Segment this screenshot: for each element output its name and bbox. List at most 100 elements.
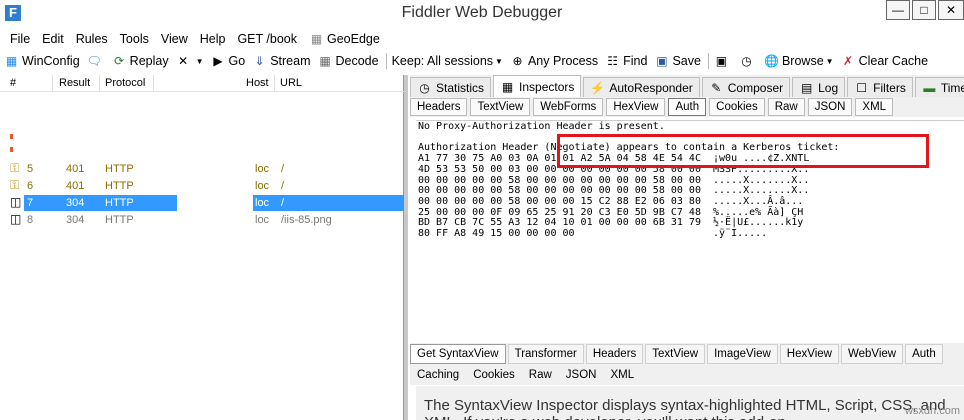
- tab-get-syntaxview[interactable]: Get SyntaxView: [410, 344, 506, 364]
- table-row[interactable]: ⚿ 5 401 HTTP loc /: [0, 161, 404, 177]
- session-url: /: [281, 197, 285, 209]
- pane-splitter[interactable]: [404, 75, 408, 420]
- save-button[interactable]: ▣ Save: [654, 54, 701, 68]
- sessions-list[interactable]: # Result Protocol Host URL ⚿ 5 401 HTTP …: [0, 75, 404, 420]
- tab-filters[interactable]: ☐ Filters: [847, 77, 913, 97]
- chevron-down-icon: ▼: [825, 56, 834, 66]
- stopwatch-icon: ◷: [419, 80, 430, 95]
- maximize-button[interactable]: □: [912, 0, 936, 20]
- tab-response-cookies[interactable]: Cookies: [466, 369, 522, 381]
- tab-transformer[interactable]: Transformer: [507, 344, 584, 364]
- any-process-button[interactable]: ⊕ Any Process: [510, 54, 598, 68]
- tab-auth[interactable]: Auth: [668, 98, 707, 116]
- tab-cookies[interactable]: Cookies: [709, 98, 765, 116]
- clear-cache-button[interactable]: ✗ Clear Cache: [841, 54, 928, 68]
- tab-response-textview[interactable]: TextView: [645, 344, 706, 364]
- menu-file[interactable]: File: [6, 32, 38, 46]
- keep-sessions-dropdown[interactable]: Keep: All sessions ▼: [392, 54, 503, 68]
- session-host: loc: [255, 197, 270, 209]
- tab-response-headers[interactable]: Headers: [585, 344, 644, 364]
- menu-edit[interactable]: Edit: [38, 32, 72, 46]
- tab-textview[interactable]: TextView: [470, 98, 531, 116]
- close-button[interactable]: ✕: [938, 0, 964, 20]
- column-divider[interactable]: [99, 75, 100, 92]
- replay-icon: ⟳: [114, 54, 125, 68]
- x-icon: ✕: [178, 54, 189, 68]
- tab-autoresponder-label: AutoResponder: [609, 80, 693, 95]
- table-row[interactable]: ◫ 8 304 HTTP loc /iis-85.png: [0, 212, 404, 228]
- window-title: Fiddler Web Debugger: [401, 4, 563, 21]
- tab-filters-label: Filters: [873, 80, 906, 95]
- column-divider[interactable]: [153, 75, 154, 92]
- tab-composer[interactable]: ✎ Composer: [701, 77, 791, 97]
- key-icon: ⚿: [10, 161, 20, 175]
- response-inspector-tabs: Get SyntaxView Transformer Headers TextV…: [410, 343, 964, 365]
- tab-log[interactable]: ▤ Log: [792, 77, 846, 97]
- column-divider[interactable]: [52, 75, 53, 92]
- tab-response-json[interactable]: JSON: [559, 369, 604, 381]
- menu-help[interactable]: Help: [196, 32, 234, 46]
- column-header-number[interactable]: #: [10, 77, 16, 89]
- tab-headers[interactable]: Headers: [410, 98, 468, 116]
- menu-rules[interactable]: Rules: [72, 32, 116, 46]
- tab-response-auth[interactable]: Auth: [905, 344, 943, 364]
- tab-response-raw[interactable]: Raw: [522, 369, 559, 381]
- log-icon: ▤: [800, 80, 813, 95]
- tab-imageview[interactable]: ImageView: [707, 344, 778, 364]
- browser-globe-icon: 🌐: [763, 54, 779, 68]
- tab-webview[interactable]: WebView: [840, 344, 904, 364]
- tab-json[interactable]: JSON: [807, 98, 853, 116]
- column-header-protocol[interactable]: Protocol: [105, 77, 145, 89]
- winconfig-button[interactable]: ▦ WinConfig: [4, 54, 80, 68]
- crosshair-icon: ⊕: [512, 54, 523, 68]
- menu-view[interactable]: View: [157, 32, 196, 46]
- hex-line: 80 FF A8 49 15 00 00 00 00 .ÿ¨I.....: [418, 228, 768, 240]
- screenshot-button[interactable]: ▣: [714, 54, 732, 68]
- tab-xml[interactable]: XML: [855, 98, 894, 116]
- tab-autoresponder[interactable]: ⚡ AutoResponder: [583, 77, 700, 97]
- tab-statistics-label: Statistics: [436, 80, 485, 95]
- go-button[interactable]: ▶ Go: [211, 54, 245, 68]
- find-button[interactable]: ☷ Find: [605, 54, 647, 68]
- replay-button[interactable]: ⟳ Replay: [112, 54, 169, 68]
- table-row[interactable]: ⚿ 6 401 HTTP loc /: [0, 178, 404, 194]
- chevron-down-icon: ▼: [495, 56, 503, 66]
- tab-raw[interactable]: Raw: [767, 98, 805, 116]
- column-header-host[interactable]: Host: [246, 77, 269, 89]
- tab-inspectors[interactable]: ▦ Inspectors: [493, 75, 582, 97]
- menu-bar: File Edit Rules Tools View Help GET /boo…: [0, 28, 964, 50]
- tab-statistics[interactable]: ◷ Statistics: [410, 77, 492, 97]
- syntaxview-message: The SyntaxView Inspector displays syntax…: [416, 386, 964, 420]
- tab-webforms[interactable]: WebForms: [533, 98, 604, 116]
- replay-label: Replay: [129, 54, 169, 68]
- minimize-button[interactable]: —: [886, 0, 910, 20]
- tab-response-hexview[interactable]: HexView: [779, 344, 839, 364]
- inspector-icon: ▦: [501, 79, 514, 94]
- column-header-url[interactable]: URL: [280, 77, 302, 89]
- browse-button[interactable]: 🌐 Browse ▼: [764, 54, 834, 68]
- session-number: 6: [27, 180, 34, 192]
- title-bar: F Fiddler Web Debugger — □ ✕: [0, 0, 964, 28]
- auth-line: No Proxy-Authorization Header is present…: [418, 121, 665, 132]
- comment-button[interactable]: 🗨: [87, 54, 105, 68]
- toolbar-divider: [707, 53, 709, 69]
- table-row-selected[interactable]: ◫ 7 304 HTTP loc /: [0, 195, 404, 211]
- stream-button[interactable]: ⇓ Stream: [252, 54, 311, 68]
- lightning-icon: ⚡: [590, 80, 606, 95]
- tab-hexview[interactable]: HexView: [606, 98, 666, 116]
- tab-timeline[interactable]: ▬ Timeline: [914, 77, 964, 97]
- column-divider[interactable]: [274, 75, 275, 92]
- tab-caching[interactable]: Caching: [410, 369, 466, 381]
- timer-button[interactable]: ◷: [739, 54, 757, 68]
- binoculars-icon: ☷: [607, 54, 619, 68]
- decode-button[interactable]: ▦ Decode: [318, 54, 378, 68]
- tab-response-xml[interactable]: XML: [603, 369, 641, 381]
- menu-get-book[interactable]: GET /book: [233, 32, 305, 46]
- remove-button[interactable]: ✕ ▼: [176, 54, 203, 68]
- menu-geoedge[interactable]: ▦ GeoEdge: [305, 32, 388, 46]
- decode-icon: ▦: [319, 54, 331, 68]
- menu-tools[interactable]: Tools: [116, 32, 157, 46]
- column-header-result[interactable]: Result: [59, 77, 90, 89]
- cached-document-icon: ◫: [10, 212, 22, 226]
- session-number: 7: [27, 197, 34, 209]
